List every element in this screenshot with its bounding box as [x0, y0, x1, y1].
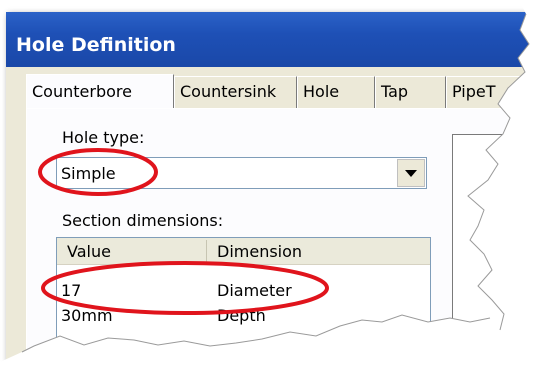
torn-edge-overlay: [0, 0, 541, 385]
highlight-ellipse-hole-type: [38, 148, 158, 196]
screenshot-stage: Hole Definition Counterbore Countersink …: [0, 0, 541, 385]
highlight-ellipse-diameter-row: [41, 261, 329, 315]
torn-bottom-edge: [0, 315, 541, 385]
